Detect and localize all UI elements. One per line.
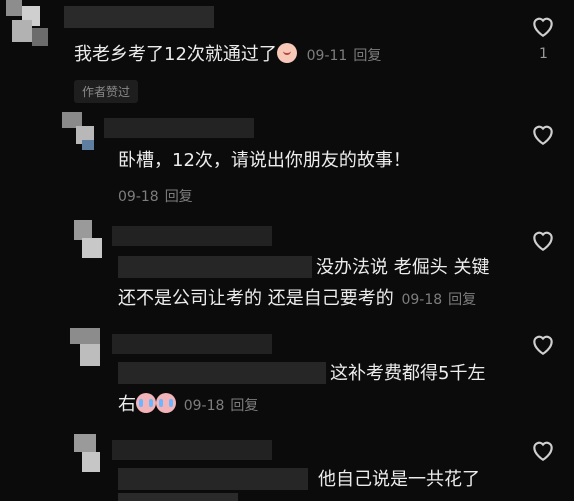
username[interactable] [64,6,214,28]
like-button[interactable] [530,438,556,462]
username[interactable] [112,226,272,246]
username[interactable] [104,118,254,138]
reply-button[interactable]: 回复 [448,292,476,308]
comment-text: 没办法说 老倔头 关键 [316,257,490,278]
comment-text: 卧槽，12次，请说出你朋友的故事！ [118,150,411,171]
comment-text: 我老乡考了12次就通过了 09-11 回复 [74,43,382,65]
comment-meta: 09-11 回复 [306,48,382,64]
avatar[interactable] [70,328,106,368]
comment-meta: 09-18 回复 [183,398,259,414]
comment-text: 还不是公司让考的 还是自己要考的 09-18 回复 [118,288,477,309]
heart-outline-icon [533,441,553,462]
quoted-username [118,256,312,278]
like-button[interactable] [530,332,556,356]
heart-outline-icon [533,125,553,146]
comment-text: 这补考费都得5千左 [330,363,486,384]
reply-button[interactable]: 回复 [165,189,193,205]
heart-outline-icon [533,17,553,38]
avatar[interactable] [74,434,106,474]
like-button[interactable] [530,228,556,252]
comment-text: 右 09-18 回复 [118,393,259,415]
comment-meta: 09-18 回复 [401,292,477,308]
reply-button[interactable]: 回复 [230,398,258,414]
avatar[interactable] [6,0,50,48]
heart-outline-icon [533,335,553,356]
peach-face-icon [276,43,297,63]
avatar[interactable] [74,220,106,260]
avatar[interactable] [62,112,100,152]
reply-button[interactable]: 回复 [353,48,381,64]
username[interactable] [112,334,272,354]
crying-face-icon [156,393,176,413]
heart-outline-icon [533,231,553,252]
quoted-username [118,362,326,384]
crying-face-icon [136,393,156,413]
author-liked-badge: 作者赞过 [74,80,139,103]
like-button[interactable] [530,122,556,146]
comment-meta: 09-18 回复 [118,189,193,205]
comment-text: 他自己说是一共花了 [318,469,480,490]
like-count: 1 [539,46,548,62]
like-button[interactable] [530,14,556,38]
blurred-text [118,493,238,501]
quoted-username [118,468,308,490]
username[interactable] [112,440,272,460]
